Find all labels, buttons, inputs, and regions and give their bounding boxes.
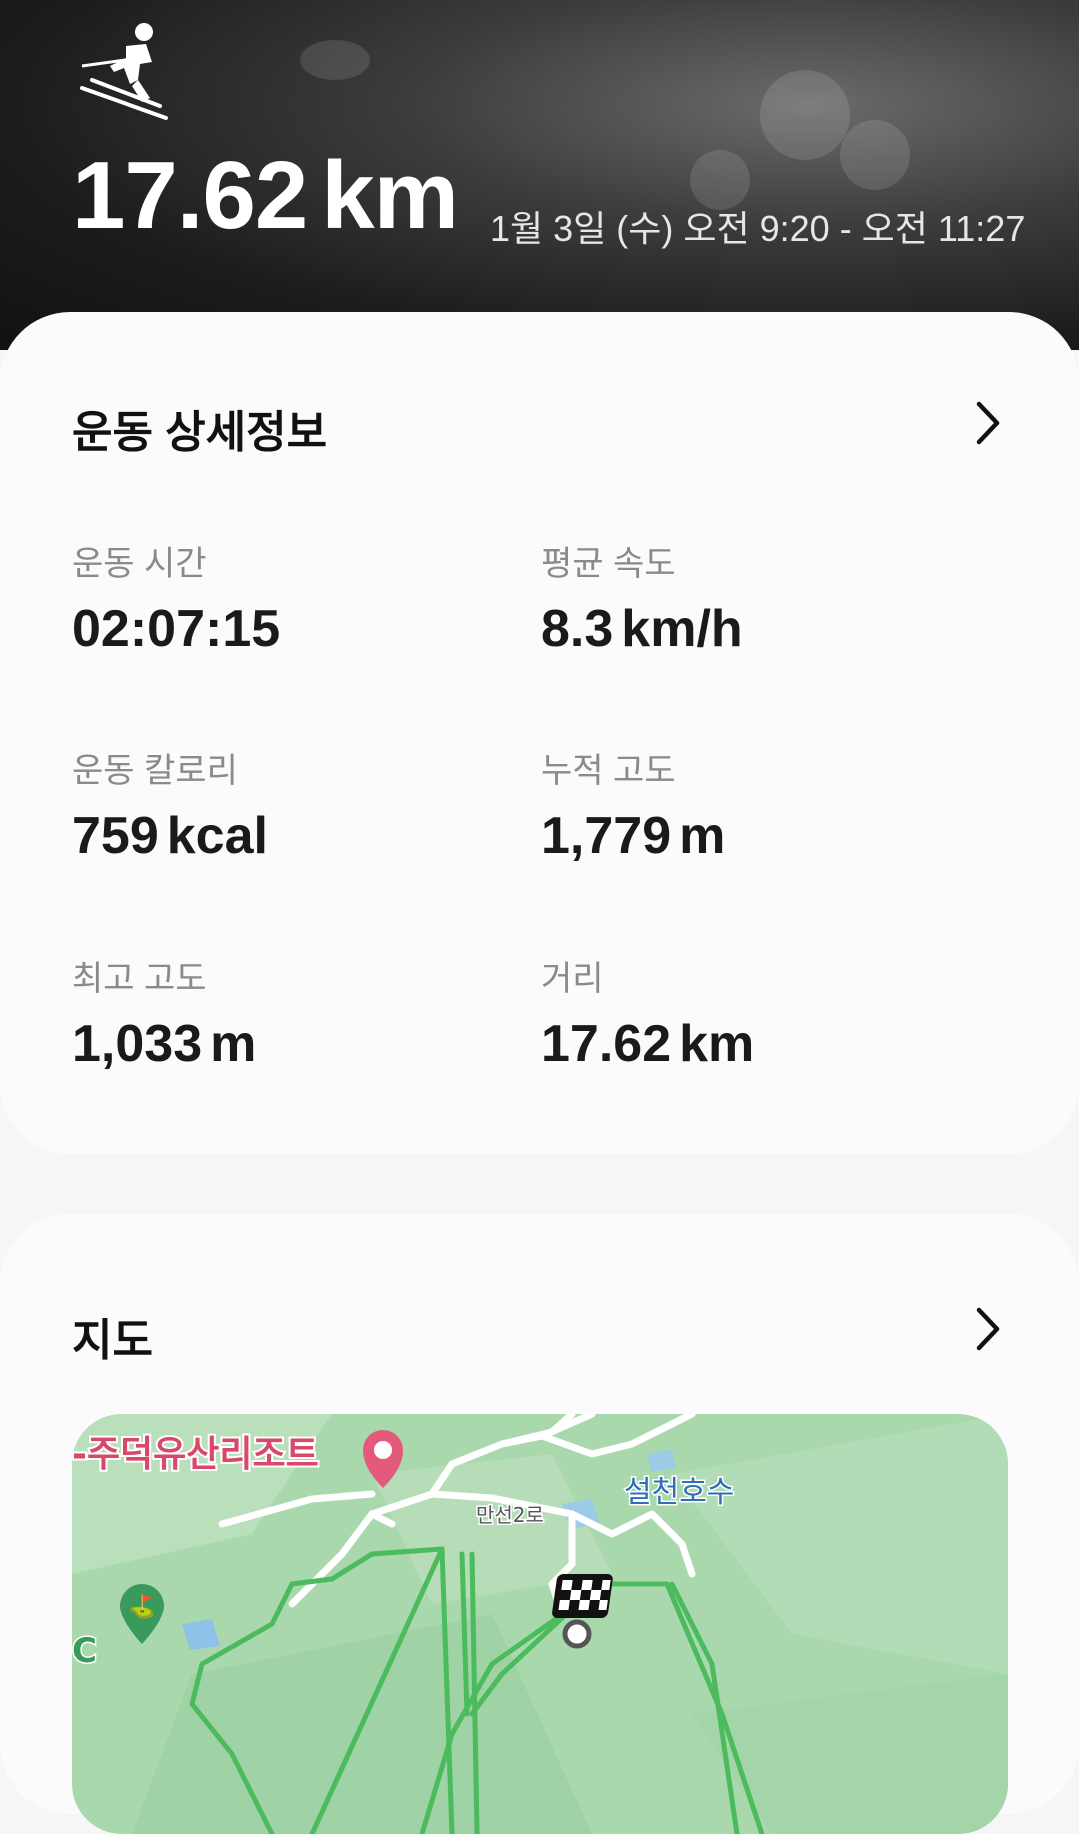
background-bokeh (300, 40, 370, 80)
map-canvas: ⛳ -주덕유산리조트 설천호수 만선2로 C (72, 1414, 1008, 1834)
total-distance: 17.62 km (72, 148, 459, 244)
map-label-road: 만선2로 (476, 1503, 544, 1527)
stat-label: 최고 고도 (72, 960, 207, 998)
workout-datetime: 1월 3일 (수) 오전 9:20 - 오전 11:27 (490, 208, 1026, 249)
workout-header: 17.62 km 1월 3일 (수) 오전 9:20 - 오전 11:27 (0, 0, 1079, 350)
golf-pin-icon: ⛳ (120, 1584, 164, 1644)
workout-details-card: 운동 상세정보 운동 시간 02:07:15 평균 속도 8.3 km/h 운동 … (0, 312, 1079, 1154)
background-bokeh (760, 70, 850, 160)
skiing-icon (80, 23, 168, 120)
start-point-icon (562, 1619, 592, 1649)
stat-value: 17.62 km (541, 1015, 755, 1073)
stat-label: 누적 고도 (541, 752, 676, 790)
map-label-lake: 설천호수 (624, 1475, 734, 1510)
stat-value: 1,779 m (541, 807, 726, 865)
stat-distance: 거리 17.62 km (541, 951, 754, 1074)
distance-unit: km (321, 142, 459, 249)
stat-calories: 운동 칼로리 759 kcal (72, 743, 268, 866)
background-bokeh (840, 120, 910, 190)
chevron-right-icon[interactable] (973, 1306, 1003, 1352)
finish-flag-icon (552, 1574, 613, 1618)
svg-text:⛳: ⛳ (128, 1594, 155, 1620)
chevron-right-icon[interactable] (973, 400, 1003, 446)
distance-value: 17.62 (72, 142, 308, 249)
stat-elevation-gain: 누적 고도 1,779 m (541, 743, 725, 866)
route-map[interactable]: ⛳ -주덕유산리조트 설천호수 만선2로 C (72, 1414, 1008, 1834)
stat-label: 거리 (541, 960, 604, 998)
stat-average-speed: 평균 속도 8.3 km/h (541, 536, 743, 659)
stat-max-altitude: 최고 고도 1,033 m (72, 951, 256, 1074)
stat-value: 759 kcal (72, 807, 268, 865)
map-label-resort: -주덕유산리조트 (72, 1434, 319, 1475)
stat-label: 운동 칼로리 (72, 752, 238, 790)
map-label-edge: C (72, 1631, 97, 1671)
stat-value: 8.3 km/h (541, 600, 743, 658)
details-title: 운동 상세정보 (72, 408, 328, 457)
stat-value: 1,033 m (72, 1015, 257, 1073)
stat-label: 운동 시간 (72, 545, 207, 583)
map-title: 지도 (72, 1316, 153, 1365)
stat-value: 02:07:15 (72, 600, 281, 658)
stat-label: 평균 속도 (541, 545, 676, 583)
stat-exercise-time: 운동 시간 02:07:15 (72, 536, 280, 659)
